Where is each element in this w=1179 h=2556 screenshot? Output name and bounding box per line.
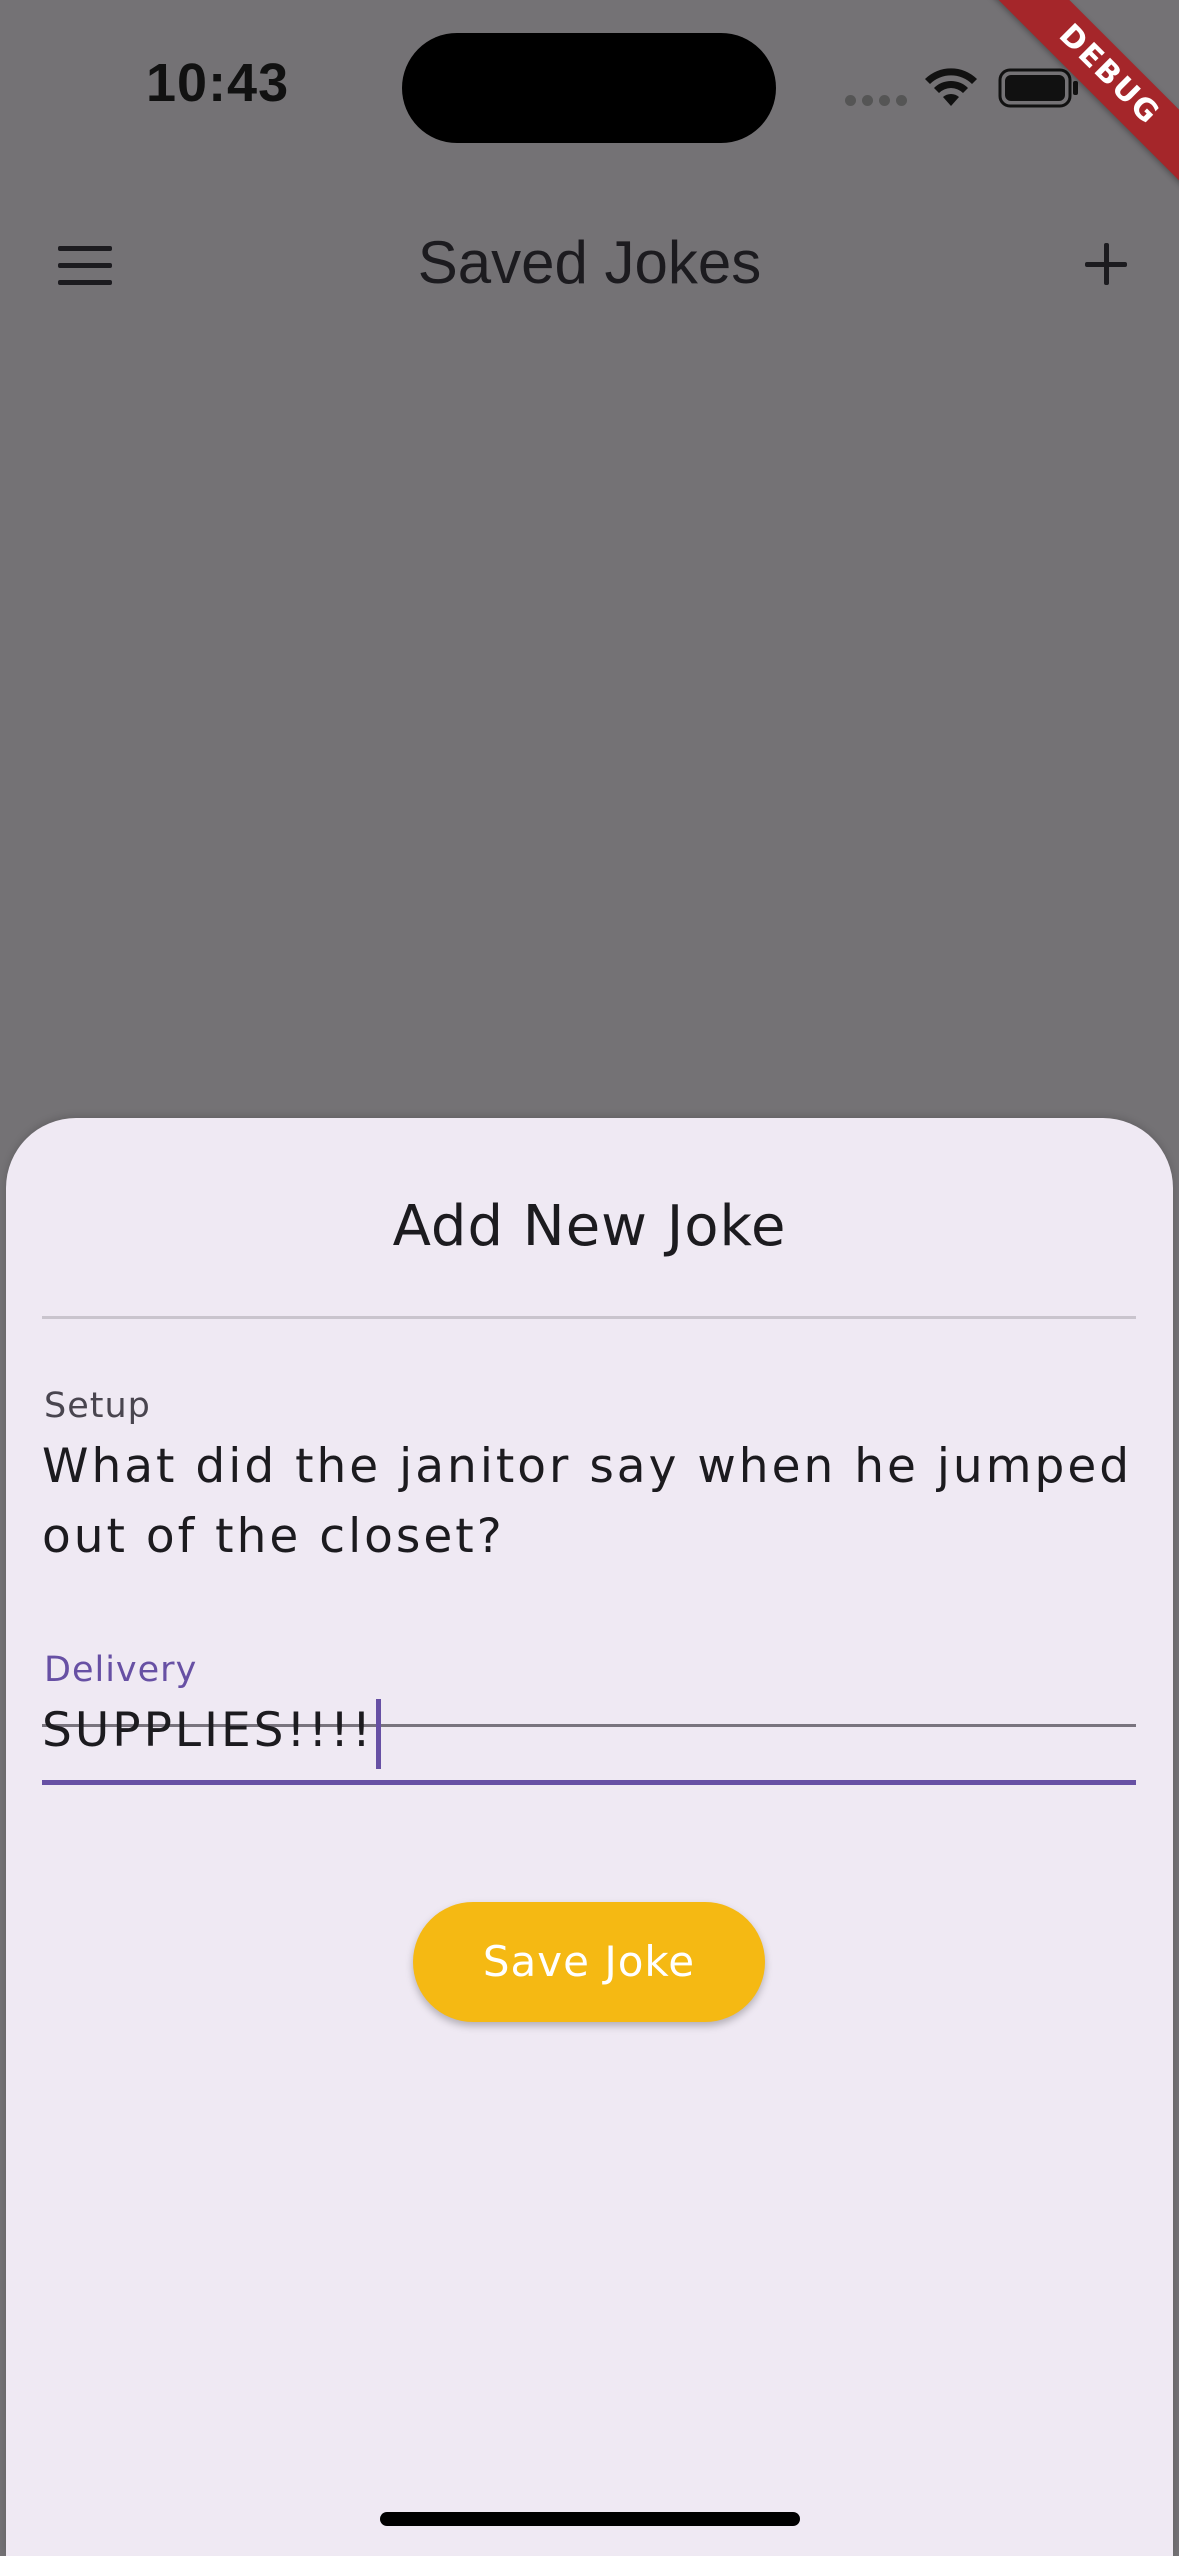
cellular-signal-icon [845, 95, 907, 107]
dynamic-island [402, 33, 776, 143]
delivery-label: Delivery [44, 1650, 198, 1690]
text-cursor [375, 1698, 381, 1769]
divider [42, 1316, 1136, 1319]
app-bar: Saved Jokes [0, 200, 1179, 330]
page-title: Saved Jokes [417, 229, 762, 296]
save-joke-button[interactable]: Save Joke [413, 1902, 765, 2022]
delivery-underline [42, 1780, 1136, 1785]
setup-input[interactable]: What did the janitor say when he jumped … [42, 1432, 1136, 1572]
status-time: 10:43 [146, 53, 290, 113]
add-joke-button[interactable] [1060, 220, 1150, 310]
wifi-icon [925, 68, 977, 106]
delivery-field[interactable]: Delivery SUPPLIES!!!! [42, 1650, 1136, 1785]
delivery-input[interactable]: SUPPLIES!!!! [42, 1703, 374, 1758]
setup-label: Setup [44, 1386, 151, 1426]
home-indicator[interactable] [380, 2512, 800, 2526]
sheet-title: Add New Joke [392, 1194, 787, 1259]
status-bar: 10:43 [0, 0, 1179, 180]
battery-icon [998, 68, 1078, 108]
delivery-input-wrapper[interactable]: SUPPLIES!!!! [42, 1696, 1136, 1769]
add-joke-bottom-sheet: Add New Joke Setup What did the janitor … [6, 1118, 1173, 2556]
